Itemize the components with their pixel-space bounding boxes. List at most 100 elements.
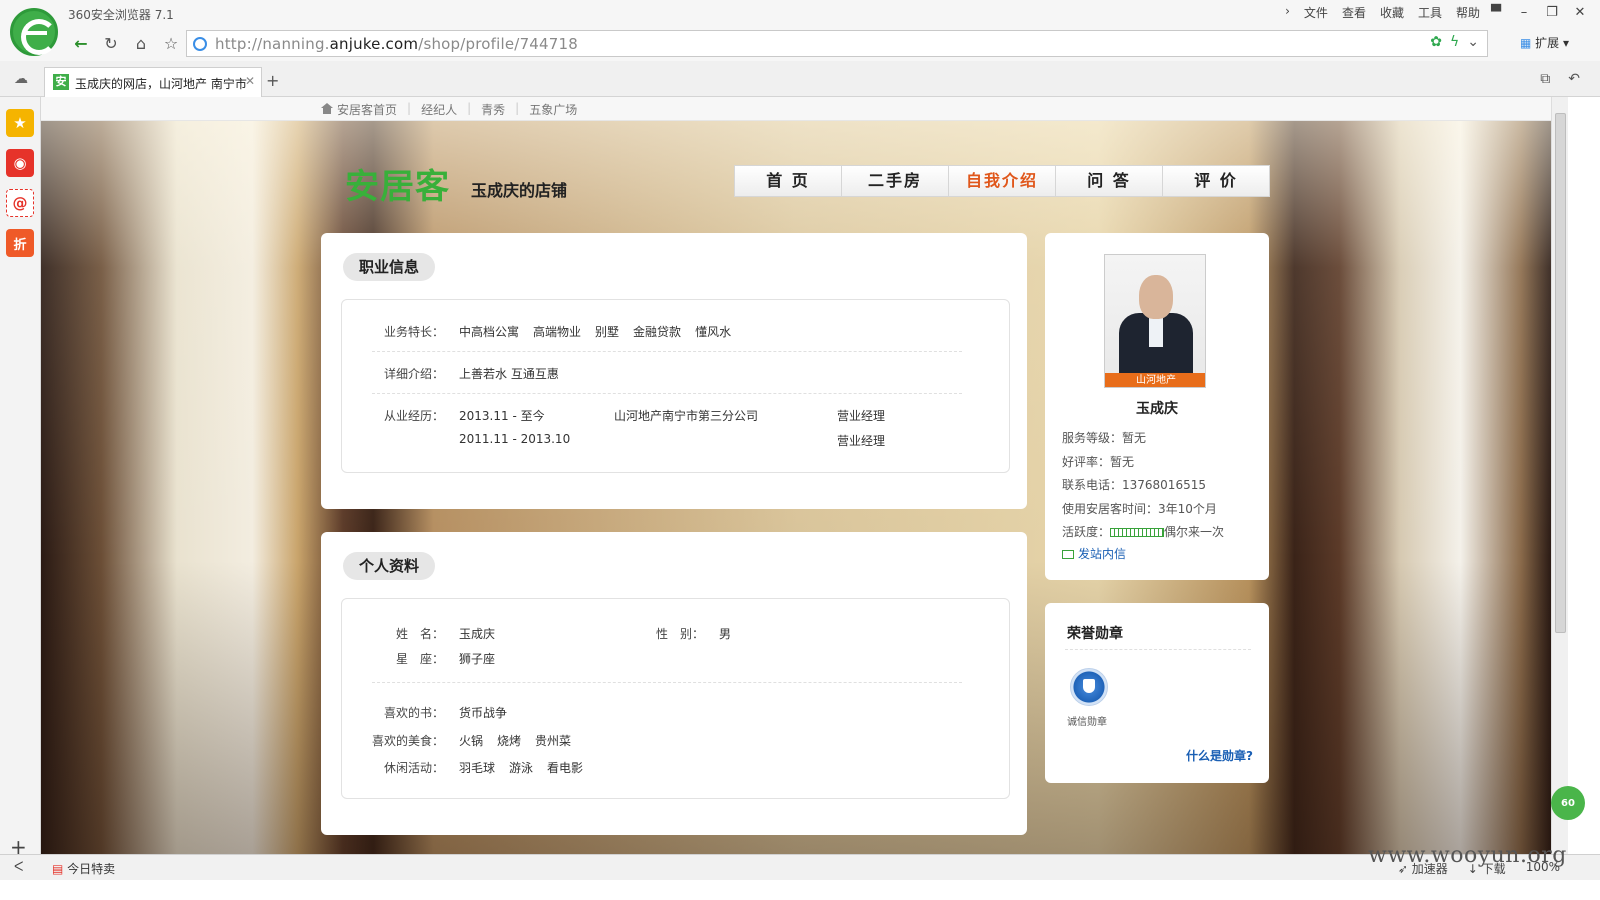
menu-chevron-icon[interactable]: › xyxy=(1285,4,1290,21)
home-icon xyxy=(321,103,333,114)
extensions-button[interactable]: ▦ 扩展 ▾ xyxy=(1520,34,1569,51)
address-row: ← ↻ ⌂ ☆ http://nanning.anjuke.com/shop/p… xyxy=(0,27,1600,61)
menu-view[interactable]: 查看 xyxy=(1342,4,1366,21)
tab-close-icon[interactable]: ✕ xyxy=(245,74,255,88)
skin-icon[interactable]: ▀ xyxy=(1484,2,1508,22)
url-text[interactable]: http://nanning.anjuke.com/shop/profile/7… xyxy=(215,35,578,53)
mail-icon xyxy=(1062,550,1074,559)
tab-title: 玉成庆的网店，山河地产 南宁市 xyxy=(75,77,247,91)
honors-title: 荣誉勋章 xyxy=(1067,626,1123,642)
nav-home[interactable]: 首 页 xyxy=(735,166,842,196)
honors-card: 荣誉勋章 诚信勋章 什么是勋章? xyxy=(1045,603,1269,783)
shop-nav: 首 页 二手房 自我介绍 问 答 评 价 xyxy=(734,165,1270,197)
breadcrumb-broker[interactable]: 经纪人 xyxy=(421,101,457,118)
speed-badge[interactable]: 60 xyxy=(1551,786,1585,820)
specialty-label: 业务特长： xyxy=(383,325,444,339)
back-arrow-icon[interactable]: ← xyxy=(66,30,96,56)
window-controls: ▀ – ❐ ✕ xyxy=(1484,2,1592,22)
status-bar: ᐸ ▤ 今日特卖 ➶ 加速器 ↓ 下载 100% xyxy=(0,854,1600,880)
breadcrumb-home[interactable]: 安居客首页 xyxy=(321,101,397,118)
breadcrumb-area[interactable]: 五象广场 xyxy=(529,101,577,118)
menu-tools[interactable]: 工具 xyxy=(1418,4,1442,21)
experience-position-2: 营业经理 xyxy=(837,434,886,448)
specialty-values: 中高档公寓 高端物业 别墅 金融贷款 懂风水 xyxy=(459,325,732,339)
restore-tabs-icon[interactable]: ⧉ xyxy=(1540,71,1550,87)
avatar[interactable]: 山河地产 xyxy=(1104,254,1206,388)
menu-help[interactable]: 帮助 xyxy=(1456,4,1480,21)
zodiac-value: 狮子座 xyxy=(459,652,496,666)
experience-position-1: 营业经理 xyxy=(837,409,886,423)
agent-name: 玉成庆 xyxy=(1136,401,1178,417)
nav-second-hand[interactable]: 二手房 xyxy=(842,166,949,196)
breadcrumb-district[interactable]: 青秀 xyxy=(481,101,505,118)
security-icon[interactable]: ✿ xyxy=(1430,34,1442,50)
tab-tools: ⧉ ↶ xyxy=(1540,71,1580,87)
photo-logo: 山河地产 xyxy=(1105,373,1205,387)
menu-favorites[interactable]: 收藏 xyxy=(1380,4,1404,21)
experience-company-1: 山河地产南宁市第三分公司 xyxy=(614,409,759,423)
browser-menu: › 文件 查看 收藏 工具 帮助 xyxy=(1285,4,1480,21)
browser-logo-icon[interactable] xyxy=(10,8,58,56)
title-bar: 360安全浏览器 7.1 › 文件 查看 收藏 工具 帮助 ▀ – ❐ ✕ xyxy=(0,0,1600,27)
today-deals[interactable]: ▤ 今日特卖 xyxy=(52,860,115,877)
star-icon[interactable]: ☆ xyxy=(156,30,186,56)
send-message-link[interactable]: 发站内信 xyxy=(1062,545,1126,562)
personal-title: 个人资料 xyxy=(343,552,436,580)
phone: 联系电话：13768016515 xyxy=(1062,478,1206,492)
dropdown-chevron-icon[interactable]: ⌄ xyxy=(1467,34,1479,50)
nav-self-intro[interactable]: 自我介绍 xyxy=(949,166,1056,196)
experience-period-2: 2011.11 - 2013.10 xyxy=(459,432,571,446)
minimize-button[interactable]: – xyxy=(1512,2,1536,22)
activity: 活跃度： 偶尔来一次 xyxy=(1062,525,1225,539)
shield-medal-icon[interactable] xyxy=(1070,668,1108,706)
scroll-thumb[interactable] xyxy=(1555,113,1566,633)
zodiac-label: 星 座： xyxy=(395,652,444,666)
experience-label: 从业经历： xyxy=(383,409,444,423)
window-title: 360安全浏览器 7.1 xyxy=(68,8,174,22)
nav-reviews[interactable]: 评 价 xyxy=(1163,166,1269,196)
undo-close-icon[interactable]: ↶ xyxy=(1568,71,1580,87)
career-box: 业务特长： 中高档公寓 高端物业 别墅 金融贷款 懂风水 详细介绍： 上善若水 … xyxy=(341,299,1010,473)
shop-name: 玉成庆的店铺 xyxy=(471,181,568,200)
refresh-icon[interactable]: ↻ xyxy=(96,30,126,56)
name-label: 姓 名： xyxy=(395,627,444,641)
globe-icon xyxy=(193,37,207,51)
email-at-icon[interactable]: @ xyxy=(6,189,34,217)
gender-label: 性 别： xyxy=(655,627,704,641)
side-toolbar: ★ ◉ @ 折 + xyxy=(0,97,41,875)
maximize-button[interactable]: ❐ xyxy=(1540,2,1564,22)
site-logo[interactable]: 安居客 xyxy=(345,159,450,208)
collapse-sidebar-icon[interactable]: ᐸ xyxy=(14,860,23,875)
weibo-icon[interactable]: ◉ xyxy=(6,149,34,177)
personal-card: 个人资料 姓 名： 玉成庆 性 别： 男 星 座： 狮子座 喜欢的书： 货币战争… xyxy=(321,532,1027,835)
books-label: 喜欢的书： xyxy=(383,706,444,720)
anjuke-favicon-icon: 安 xyxy=(53,74,69,90)
home-icon[interactable]: ⌂ xyxy=(126,30,156,56)
leisure-label: 休闲活动： xyxy=(383,761,444,775)
watermark: www.wooyun.org xyxy=(1368,843,1567,868)
books-value: 货币战争 xyxy=(459,706,508,720)
menu-file[interactable]: 文件 xyxy=(1304,4,1328,21)
personal-box: 姓 名： 玉成庆 性 别： 男 星 座： 狮子座 喜欢的书： 货币战争 喜欢的美… xyxy=(341,598,1010,799)
career-title: 职业信息 xyxy=(343,253,436,281)
usage-time: 使用安居客时间：3年10个月 xyxy=(1062,502,1217,516)
nav-buttons: ← ↻ ⌂ ☆ xyxy=(66,30,186,56)
page-scrollbar[interactable] xyxy=(1551,97,1568,855)
gender-value: 男 xyxy=(719,627,732,641)
service-level: 服务等级：暂无 xyxy=(1062,431,1147,445)
favorites-star-icon[interactable]: ★ xyxy=(6,109,34,137)
food-values: 火锅 烧烤 贵州菜 xyxy=(459,734,572,748)
detail-label: 详细介绍： xyxy=(383,367,444,381)
discount-icon[interactable]: 折 xyxy=(6,229,34,257)
close-button[interactable]: ✕ xyxy=(1568,2,1592,22)
address-bar[interactable]: http://nanning.anjuke.com/shop/profile/7… xyxy=(186,30,1488,57)
what-is-medal-link[interactable]: 什么是勋章? xyxy=(1186,747,1253,764)
tab-active[interactable]: 安 玉成庆的网店，山河地产 南宁市 ✕ xyxy=(44,67,262,97)
new-tab-icon[interactable]: + xyxy=(266,71,279,90)
activity-bar xyxy=(1110,528,1165,537)
site-breadcrumb: 安居客首页 | 经纪人 | 青秀 | 五象广场 xyxy=(41,97,1551,121)
lightning-icon[interactable]: ϟ xyxy=(1450,34,1459,50)
nav-qa[interactable]: 问 答 xyxy=(1056,166,1163,196)
cloud-icon[interactable]: ☁ xyxy=(14,71,28,87)
detail-value: 上善若水 互通互惠 xyxy=(459,367,559,381)
